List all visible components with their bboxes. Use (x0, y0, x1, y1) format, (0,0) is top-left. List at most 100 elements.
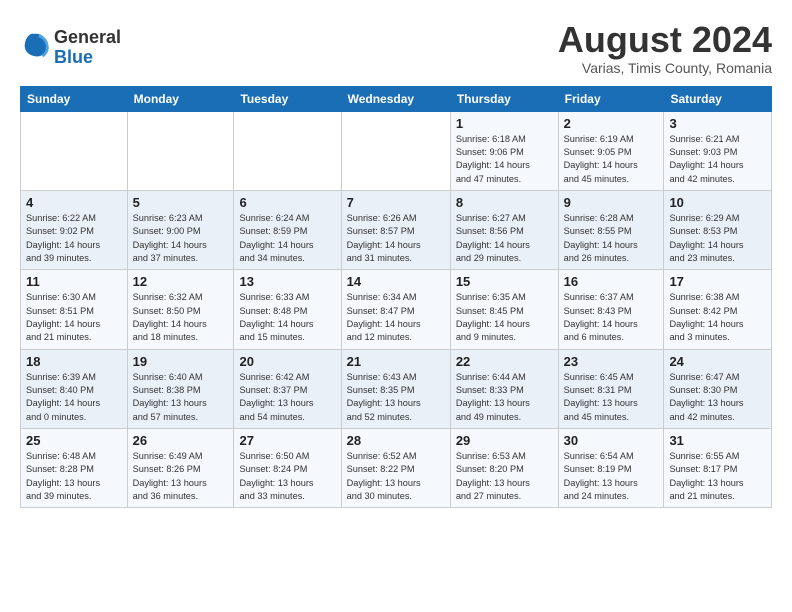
day-info: Sunrise: 6:30 AM Sunset: 8:51 PM Dayligh… (26, 291, 122, 344)
table-row: 6 Sunrise: 6:24 AM Sunset: 8:59 PM Daylig… (234, 190, 341, 269)
day-number: 4 (26, 195, 122, 210)
day-number: 12 (133, 274, 229, 289)
table-row: 9 Sunrise: 6:28 AM Sunset: 8:55 PM Daylig… (558, 190, 664, 269)
table-row: 23 Sunrise: 6:45 AM Sunset: 8:31 PM Dayli… (558, 349, 664, 428)
table-row: 19 Sunrise: 6:40 AM Sunset: 8:38 PM Dayli… (127, 349, 234, 428)
table-row: 13 Sunrise: 6:33 AM Sunset: 8:48 PM Dayli… (234, 270, 341, 349)
day-info: Sunrise: 6:49 AM Sunset: 8:26 PM Dayligh… (133, 450, 229, 503)
day-info: Sunrise: 6:45 AM Sunset: 8:31 PM Dayligh… (564, 371, 659, 424)
header-tuesday: Tuesday (234, 86, 341, 111)
table-row: 30 Sunrise: 6:54 AM Sunset: 8:19 PM Dayli… (558, 429, 664, 508)
table-row (127, 111, 234, 190)
day-info: Sunrise: 6:50 AM Sunset: 8:24 PM Dayligh… (239, 450, 335, 503)
day-number: 16 (564, 274, 659, 289)
day-info: Sunrise: 6:28 AM Sunset: 8:55 PM Dayligh… (564, 212, 659, 265)
header-monday: Monday (127, 86, 234, 111)
day-info: Sunrise: 6:47 AM Sunset: 8:30 PM Dayligh… (669, 371, 766, 424)
day-info: Sunrise: 6:23 AM Sunset: 9:00 PM Dayligh… (133, 212, 229, 265)
calendar-week-row: 11 Sunrise: 6:30 AM Sunset: 8:51 PM Dayli… (21, 270, 772, 349)
day-number: 7 (347, 195, 445, 210)
table-row: 12 Sunrise: 6:32 AM Sunset: 8:50 PM Dayli… (127, 270, 234, 349)
day-info: Sunrise: 6:32 AM Sunset: 8:50 PM Dayligh… (133, 291, 229, 344)
table-row: 18 Sunrise: 6:39 AM Sunset: 8:40 PM Dayli… (21, 349, 128, 428)
day-info: Sunrise: 6:38 AM Sunset: 8:42 PM Dayligh… (669, 291, 766, 344)
table-row: 1 Sunrise: 6:18 AM Sunset: 9:06 PM Daylig… (450, 111, 558, 190)
table-row: 2 Sunrise: 6:19 AM Sunset: 9:05 PM Daylig… (558, 111, 664, 190)
calendar-week-row: 25 Sunrise: 6:48 AM Sunset: 8:28 PM Dayli… (21, 429, 772, 508)
table-row: 20 Sunrise: 6:42 AM Sunset: 8:37 PM Dayli… (234, 349, 341, 428)
day-number: 23 (564, 354, 659, 369)
day-number: 13 (239, 274, 335, 289)
day-info: Sunrise: 6:22 AM Sunset: 9:02 PM Dayligh… (26, 212, 122, 265)
day-info: Sunrise: 6:40 AM Sunset: 8:38 PM Dayligh… (133, 371, 229, 424)
day-number: 15 (456, 274, 553, 289)
logo-general-text: General (54, 27, 121, 47)
day-number: 17 (669, 274, 766, 289)
calendar-week-row: 1 Sunrise: 6:18 AM Sunset: 9:06 PM Daylig… (21, 111, 772, 190)
day-info: Sunrise: 6:54 AM Sunset: 8:19 PM Dayligh… (564, 450, 659, 503)
day-number: 25 (26, 433, 122, 448)
location: Varias, Timis County, Romania (558, 60, 772, 76)
calendar-table: Sunday Monday Tuesday Wednesday Thursday… (20, 86, 772, 509)
day-info: Sunrise: 6:44 AM Sunset: 8:33 PM Dayligh… (456, 371, 553, 424)
header-wednesday: Wednesday (341, 86, 450, 111)
day-info: Sunrise: 6:35 AM Sunset: 8:45 PM Dayligh… (456, 291, 553, 344)
day-number: 30 (564, 433, 659, 448)
day-info: Sunrise: 6:27 AM Sunset: 8:56 PM Dayligh… (456, 212, 553, 265)
table-row: 22Sunrise: 6:44 AM Sunset: 8:33 PM Dayli… (450, 349, 558, 428)
day-info: Sunrise: 6:29 AM Sunset: 8:53 PM Dayligh… (669, 212, 766, 265)
table-row (21, 111, 128, 190)
header-saturday: Saturday (664, 86, 772, 111)
day-info: Sunrise: 6:34 AM Sunset: 8:47 PM Dayligh… (347, 291, 445, 344)
day-info: Sunrise: 6:33 AM Sunset: 8:48 PM Dayligh… (239, 291, 335, 344)
day-info: Sunrise: 6:48 AM Sunset: 8:28 PM Dayligh… (26, 450, 122, 503)
table-row: 11 Sunrise: 6:30 AM Sunset: 8:51 PM Dayli… (21, 270, 128, 349)
day-number: 20 (239, 354, 335, 369)
page: General Blue August 2024 Varias, Timis C… (0, 0, 792, 518)
table-row: 29Sunrise: 6:53 AM Sunset: 8:20 PM Dayli… (450, 429, 558, 508)
table-row: 31Sunrise: 6:55 AM Sunset: 8:17 PM Dayli… (664, 429, 772, 508)
day-number: 28 (347, 433, 445, 448)
day-number: 11 (26, 274, 122, 289)
day-info: Sunrise: 6:52 AM Sunset: 8:22 PM Dayligh… (347, 450, 445, 503)
day-number: 31 (669, 433, 766, 448)
table-row: 7 Sunrise: 6:26 AM Sunset: 8:57 PM Daylig… (341, 190, 450, 269)
day-info: Sunrise: 6:26 AM Sunset: 8:57 PM Dayligh… (347, 212, 445, 265)
table-row: 28 Sunrise: 6:52 AM Sunset: 8:22 PM Dayli… (341, 429, 450, 508)
logo-blue-text: Blue (54, 47, 93, 67)
day-info: Sunrise: 6:18 AM Sunset: 9:06 PM Dayligh… (456, 133, 553, 186)
day-number: 8 (456, 195, 553, 210)
calendar-week-row: 18 Sunrise: 6:39 AM Sunset: 8:40 PM Dayli… (21, 349, 772, 428)
table-row (234, 111, 341, 190)
day-info: Sunrise: 6:19 AM Sunset: 9:05 PM Dayligh… (564, 133, 659, 186)
day-number: 26 (133, 433, 229, 448)
day-number: 2 (564, 116, 659, 131)
table-row: 16Sunrise: 6:37 AM Sunset: 8:43 PM Dayli… (558, 270, 664, 349)
day-number: 24 (669, 354, 766, 369)
day-number: 10 (669, 195, 766, 210)
day-number: 1 (456, 116, 553, 131)
day-info: Sunrise: 6:24 AM Sunset: 8:59 PM Dayligh… (239, 212, 335, 265)
day-number: 19 (133, 354, 229, 369)
table-row: 8 Sunrise: 6:27 AM Sunset: 8:56 PM Daylig… (450, 190, 558, 269)
day-number: 27 (239, 433, 335, 448)
day-info: Sunrise: 6:39 AM Sunset: 8:40 PM Dayligh… (26, 371, 122, 424)
day-number: 14 (347, 274, 445, 289)
day-number: 6 (239, 195, 335, 210)
day-info: Sunrise: 6:53 AM Sunset: 8:20 PM Dayligh… (456, 450, 553, 503)
table-row: 24 Sunrise: 6:47 AM Sunset: 8:30 PM Dayli… (664, 349, 772, 428)
title-block: August 2024 Varias, Timis County, Romani… (558, 20, 772, 76)
day-info: Sunrise: 6:42 AM Sunset: 8:37 PM Dayligh… (239, 371, 335, 424)
table-row: 26 Sunrise: 6:49 AM Sunset: 8:26 PM Dayli… (127, 429, 234, 508)
table-row: 5Sunrise: 6:23 AM Sunset: 9:00 PM Daylig… (127, 190, 234, 269)
table-row: 4 Sunrise: 6:22 AM Sunset: 9:02 PM Daylig… (21, 190, 128, 269)
logo: General Blue (20, 28, 121, 68)
day-number: 9 (564, 195, 659, 210)
table-row: 17 Sunrise: 6:38 AM Sunset: 8:42 PM Dayli… (664, 270, 772, 349)
table-row: 3Sunrise: 6:21 AM Sunset: 9:03 PM Daylig… (664, 111, 772, 190)
header-thursday: Thursday (450, 86, 558, 111)
table-row: 27 Sunrise: 6:50 AM Sunset: 8:24 PM Dayli… (234, 429, 341, 508)
table-row: 25 Sunrise: 6:48 AM Sunset: 8:28 PM Dayli… (21, 429, 128, 508)
day-number: 18 (26, 354, 122, 369)
header-friday: Friday (558, 86, 664, 111)
